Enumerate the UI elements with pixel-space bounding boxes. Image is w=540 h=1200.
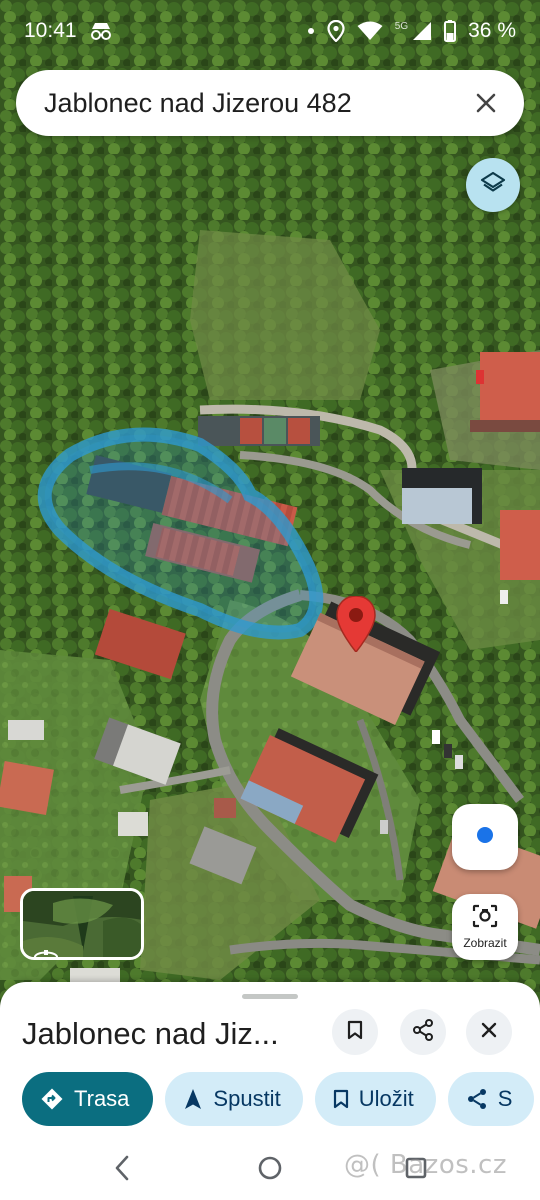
directions-icon xyxy=(40,1087,64,1111)
status-time: 10:41 xyxy=(24,19,77,42)
dot-icon xyxy=(307,27,315,35)
system-nav-bar: @( Bazos.cz xyxy=(0,1138,540,1200)
layers-icon xyxy=(479,169,507,202)
signal-icon xyxy=(412,21,432,41)
network-type-label: 5G xyxy=(394,20,409,32)
action-chips: Trasa Spustit Uložit S xyxy=(22,1072,535,1126)
location-icon xyxy=(327,20,345,42)
my-location-button[interactable] xyxy=(452,804,518,870)
battery-percent: 36 % xyxy=(468,19,516,42)
layers-button[interactable] xyxy=(466,158,520,212)
bookmark-icon xyxy=(333,1089,349,1109)
lens-label: Zobrazit xyxy=(463,936,507,950)
share-label: S xyxy=(497,1086,513,1111)
share-button[interactable]: S xyxy=(447,1072,535,1126)
search-bar[interactable]: Jablonec nad Jizerou 482 xyxy=(16,70,524,136)
my-location-dot-icon xyxy=(473,823,497,852)
search-input[interactable]: Jablonec nad Jizerou 482 xyxy=(44,88,468,119)
watermark: @( Bazos.cz xyxy=(344,1150,507,1180)
bookmark-icon xyxy=(347,1020,363,1045)
share-icon xyxy=(412,1018,434,1046)
directions-button[interactable]: Trasa xyxy=(22,1072,154,1126)
navigation-arrow-icon xyxy=(183,1088,203,1110)
share-icon xyxy=(466,1088,488,1110)
incognito-icon xyxy=(89,21,113,41)
save-place-button[interactable] xyxy=(332,1009,378,1055)
camera-lens-icon xyxy=(472,904,498,933)
location-pin-marker[interactable] xyxy=(336,596,376,652)
save-label: Uložit xyxy=(358,1086,414,1111)
status-bar: 10:41 5G 36 % xyxy=(0,0,540,62)
start-navigation-button[interactable]: Spustit xyxy=(165,1072,303,1126)
battery-icon xyxy=(444,20,457,42)
lens-button[interactable]: Zobrazit xyxy=(452,894,518,960)
back-icon[interactable] xyxy=(112,1154,132,1187)
sheet-drag-handle[interactable] xyxy=(242,994,298,999)
save-button[interactable]: Uložit xyxy=(314,1072,436,1126)
home-icon[interactable] xyxy=(257,1155,283,1186)
close-place-button[interactable] xyxy=(466,1009,512,1055)
start-label: Spustit xyxy=(213,1086,281,1111)
directions-label: Trasa xyxy=(74,1086,130,1111)
share-place-button[interactable] xyxy=(400,1009,446,1055)
wifi-icon xyxy=(357,21,383,41)
street-view-thumbnail[interactable] xyxy=(20,888,144,960)
place-title: Jablonec nad Jiz... xyxy=(22,1016,279,1051)
close-icon xyxy=(481,1022,497,1043)
close-icon[interactable] xyxy=(468,85,504,121)
